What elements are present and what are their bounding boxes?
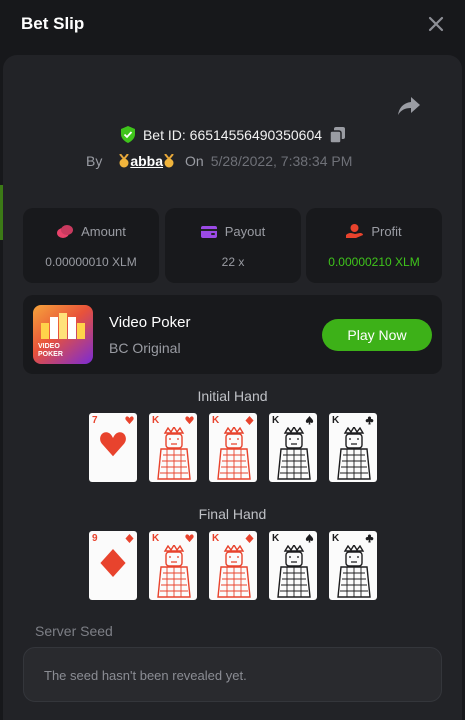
card-rank: K xyxy=(272,533,280,544)
bet-date: 5/28/2022, 7:38:34 PM xyxy=(210,153,353,169)
king-face-icon xyxy=(277,427,311,480)
playing-card: K xyxy=(149,413,197,482)
diamonds-suit-large-icon xyxy=(100,549,126,577)
game-thumbnail: VIDEO POKER xyxy=(33,305,93,364)
thumbnail-line-1: VIDEO xyxy=(38,343,60,350)
amount-label: Amount xyxy=(81,224,126,239)
copy-icon[interactable] xyxy=(330,126,346,143)
playing-card: K xyxy=(329,531,377,600)
bet-id-row: Bet ID: 66514556490350604 xyxy=(0,126,465,143)
initial-hand-title: Initial Hand xyxy=(197,388,268,404)
bet-id: Bet ID: 66514556490350604 xyxy=(142,126,323,143)
clubs-suit-icon xyxy=(365,534,374,543)
payout-label: Payout xyxy=(224,224,266,239)
card-rank: K xyxy=(212,415,220,426)
share-icon[interactable] xyxy=(397,95,421,117)
page-title: Bet Slip xyxy=(21,14,85,33)
king-face-icon xyxy=(337,427,371,480)
medal-icon xyxy=(119,154,130,168)
coins-icon xyxy=(57,225,74,238)
hearts-suit-icon xyxy=(125,416,134,425)
server-seed-text: The seed hasn't been revealed yet. xyxy=(44,668,247,683)
clubs-suit-icon xyxy=(365,416,374,425)
on-label: On xyxy=(185,153,204,169)
close-icon[interactable] xyxy=(426,14,446,34)
playing-card: K xyxy=(209,413,257,482)
amount-value: 0.00000010 XLM xyxy=(45,255,137,269)
playing-card: K xyxy=(209,531,257,600)
card-rank: K xyxy=(212,533,220,544)
play-now-button[interactable]: Play Now xyxy=(322,319,432,351)
profit-label: Profit xyxy=(371,224,402,239)
king-face-icon xyxy=(157,427,191,480)
verified-shield-icon xyxy=(120,126,135,143)
server-seed-box: The seed hasn't been revealed yet. xyxy=(23,647,442,702)
hearts-suit-icon xyxy=(185,534,194,543)
king-face-icon xyxy=(157,545,191,598)
bet-author-row: By abba On 5/28/2022, 7:38:34 PM xyxy=(86,153,352,169)
payout-value: 22 x xyxy=(221,255,245,269)
diamonds-suit-icon xyxy=(245,416,254,425)
diamonds-suit-icon xyxy=(125,534,134,543)
initial-hand-cards: 7 K K K K xyxy=(89,413,379,483)
card-rank: K xyxy=(272,415,280,426)
king-face-icon xyxy=(217,427,251,480)
by-label: By xyxy=(86,153,103,169)
bet-slip-header: Bet Slip xyxy=(0,0,465,50)
hearts-suit-icon xyxy=(185,416,194,425)
username: abba xyxy=(130,153,164,169)
payout-label-row: Payout xyxy=(165,224,301,239)
card-rank: K xyxy=(332,415,340,426)
username-link[interactable]: abba xyxy=(118,153,175,169)
card-rank: 9 xyxy=(92,533,98,544)
playing-card: 7 xyxy=(89,413,137,482)
game-card: VIDEO POKER Video Poker BC Original Play… xyxy=(23,295,442,374)
poker-logo-icon xyxy=(41,313,85,339)
playing-card: K xyxy=(149,531,197,600)
diamonds-suit-icon xyxy=(245,534,254,543)
card-rank: K xyxy=(152,415,160,426)
spades-suit-icon xyxy=(305,416,314,425)
king-face-icon xyxy=(337,545,371,598)
playing-card: K xyxy=(269,531,317,600)
card-rank: K xyxy=(152,533,160,544)
spades-suit-icon xyxy=(305,534,314,543)
profit-label-row: Profit xyxy=(306,224,442,239)
final-hand-cards: 9 K K K K xyxy=(89,531,379,601)
profit-stat: Profit 0.00000210 XLM xyxy=(306,208,442,283)
game-name: Video Poker xyxy=(109,314,191,331)
card-rank: K xyxy=(332,533,340,544)
amount-label-row: Amount xyxy=(23,224,159,239)
amount-stat: Amount 0.00000010 XLM xyxy=(23,208,159,283)
thumbnail-line-2: POKER xyxy=(38,351,63,358)
wallet-icon xyxy=(200,225,217,238)
card-rank: 7 xyxy=(92,415,98,426)
payout-stat: Payout 22 x xyxy=(165,208,301,283)
profit-hand-icon xyxy=(346,224,364,238)
playing-card: K xyxy=(329,413,377,482)
king-face-icon xyxy=(277,545,311,598)
game-subtitle: BC Original xyxy=(109,340,181,356)
playing-card: 9 xyxy=(89,531,137,600)
thumbnail-text: VIDEO POKER xyxy=(38,343,63,359)
hearts-suit-large-icon xyxy=(100,432,126,457)
profit-value: 0.00000210 XLM xyxy=(328,255,420,269)
playing-card: K xyxy=(269,413,317,482)
server-seed-label: Server Seed xyxy=(35,623,113,639)
final-hand-title: Final Hand xyxy=(198,506,267,522)
medal-icon xyxy=(164,154,174,168)
king-face-icon xyxy=(217,545,251,598)
